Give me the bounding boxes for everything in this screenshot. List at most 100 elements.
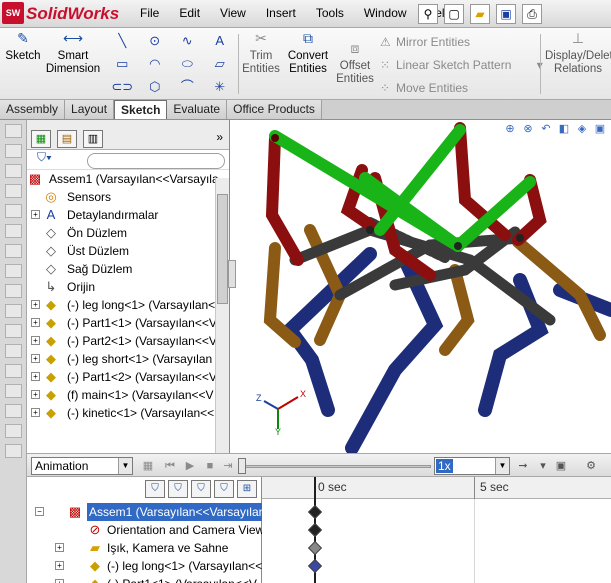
- tree-item[interactable]: + ◆ (-) Part1<2> (Varsayılan<<V: [27, 368, 229, 386]
- keypoint[interactable]: [307, 558, 323, 574]
- tree-item[interactable]: ◎ Sensors: [27, 188, 229, 206]
- filter-driving-icon[interactable]: ⛉: [168, 480, 188, 498]
- calculate-icon[interactable]: ▦: [140, 458, 156, 474]
- pin-icon[interactable]: ⚲: [418, 4, 438, 24]
- menu-tools[interactable]: Tools: [306, 6, 354, 20]
- configuration-manager-tab-icon[interactable]: ▥: [83, 130, 103, 148]
- graphics-area[interactable]: ⊕ ⊗ ↶ ◧ ◈ ▣ X Y Z: [230, 120, 611, 453]
- tool-icon[interactable]: [5, 404, 22, 418]
- playback-slider-thumb[interactable]: [238, 458, 246, 474]
- expand-toggle-icon[interactable]: −: [35, 507, 44, 516]
- panel-splitter-handle[interactable]: [228, 260, 236, 288]
- autofit-icon[interactable]: ⊞: [237, 480, 257, 498]
- tree-scrollbar[interactable]: [215, 178, 229, 453]
- motion-tree-item[interactable]: ⊘ Orientation and Camera Views: [27, 521, 271, 539]
- keypoint[interactable]: [307, 540, 323, 556]
- tool-icon[interactable]: [5, 204, 22, 218]
- expand-toggle-icon[interactable]: +: [31, 318, 40, 327]
- tree-item[interactable]: + ◆ (-) leg short<1> (Varsayılan: [27, 350, 229, 368]
- move-entities-button[interactable]: ⁘ Move Entities: [380, 81, 468, 95]
- tree-item[interactable]: + ◆ (-) kinetic<1> (Varsayılan<<: [27, 404, 229, 422]
- playback-speed-select[interactable]: 1x ▼: [434, 457, 510, 475]
- stop-icon[interactable]: ■: [202, 458, 218, 474]
- filter-animated-icon[interactable]: ⛉: [145, 480, 165, 498]
- offset-entities-button[interactable]: ⧈ Offset Entities: [334, 41, 376, 86]
- plane-sketch-icon[interactable]: ▱: [204, 55, 237, 72]
- expand-toggle-icon[interactable]: +: [55, 543, 64, 552]
- tree-item[interactable]: + A Detaylandırmalar: [27, 206, 229, 224]
- ellipse-icon[interactable]: ⬭: [171, 55, 204, 72]
- tool-icon[interactable]: [5, 444, 22, 458]
- tool-icon[interactable]: [5, 344, 22, 358]
- tool-icon[interactable]: [5, 124, 22, 138]
- expand-toggle-icon[interactable]: +: [31, 408, 40, 417]
- spline-icon[interactable]: ∿: [171, 32, 204, 49]
- keypoint[interactable]: [307, 504, 323, 520]
- arc-icon[interactable]: ◠: [139, 55, 172, 72]
- tool-icon[interactable]: [5, 144, 22, 158]
- tool-icon[interactable]: [5, 284, 22, 298]
- property-manager-tab-icon[interactable]: ▤: [57, 130, 77, 148]
- tab-layout[interactable]: Layout: [65, 100, 115, 119]
- keypoint[interactable]: [307, 522, 323, 538]
- new-document-icon[interactable]: ▢: [444, 4, 464, 24]
- mirror-entities-button[interactable]: ⚠ Mirror Entities: [380, 35, 470, 49]
- tree-root[interactable]: ▩ Assem1 (Varsayılan<<Varsayıla: [27, 170, 229, 188]
- sketch-button[interactable]: ✎ Sketch: [4, 31, 42, 63]
- tab-sketch[interactable]: Sketch: [114, 100, 168, 119]
- feature-manager-tab-icon[interactable]: ▦: [31, 130, 51, 148]
- tool-icon[interactable]: [5, 224, 22, 238]
- filter-icon[interactable]: ⛉▾: [37, 150, 52, 164]
- tool-icon[interactable]: [5, 304, 22, 318]
- play-from-start-icon[interactable]: ⏮: [162, 458, 178, 474]
- menu-view[interactable]: View: [210, 6, 256, 20]
- play-icon[interactable]: ▶: [182, 458, 198, 474]
- expand-toggle-icon[interactable]: +: [55, 579, 64, 583]
- save-animation-icon[interactable]: ▣: [553, 458, 569, 474]
- tool-icon[interactable]: [5, 364, 22, 378]
- expand-toggle-icon[interactable]: +: [31, 372, 40, 381]
- tab-assembly[interactable]: Assembly: [0, 100, 66, 119]
- tool-icon[interactable]: [5, 184, 22, 198]
- tab-evaluate[interactable]: Evaluate: [167, 100, 228, 119]
- circle-icon[interactable]: ⊙: [139, 32, 172, 49]
- motion-tree-item[interactable]: + ◆ (-) leg long<1> (Varsayılan<<V: [27, 557, 270, 575]
- convert-entities-button[interactable]: ⧉ Convert Entities: [284, 31, 332, 76]
- tool-icon[interactable]: [5, 324, 22, 338]
- smart-dimension-button[interactable]: ⟷ Smart Dimension: [44, 31, 102, 76]
- menu-edit[interactable]: Edit: [169, 6, 210, 20]
- tree-item[interactable]: + ◆ (f) main<1> (Varsayılan<<V: [27, 386, 229, 404]
- expand-toggle-icon[interactable]: +: [55, 561, 64, 570]
- menu-window[interactable]: Window: [354, 6, 417, 20]
- motion-study-properties-icon[interactable]: ⚙: [583, 458, 599, 474]
- slot-icon[interactable]: ⊂⊃: [106, 78, 139, 95]
- expand-toggle-icon[interactable]: +: [31, 300, 40, 309]
- tool-icon[interactable]: [5, 244, 22, 258]
- expand-toggle-icon[interactable]: +: [31, 390, 40, 399]
- save-icon[interactable]: ▣: [496, 4, 516, 24]
- scrollbar-thumb[interactable]: [217, 194, 228, 304]
- display-delete-relations-button[interactable]: ⊥ Display/Delet Relations: [545, 32, 611, 76]
- polygon-icon[interactable]: ⬡: [139, 78, 172, 95]
- tree-item[interactable]: ◇ Sağ Düzlem: [27, 260, 229, 278]
- linear-sketch-pattern-button[interactable]: ⁙Linear Sketch Pattern ▾: [380, 58, 543, 72]
- tree-item[interactable]: ↳ Orijin: [27, 278, 229, 296]
- expand-toggle-icon[interactable]: +: [31, 210, 40, 219]
- tab-office-products[interactable]: Office Products: [227, 100, 322, 119]
- tool-icon[interactable]: [5, 164, 22, 178]
- tree-item[interactable]: ◇ Üst Düzlem: [27, 242, 229, 260]
- tree-item[interactable]: + ◆ (-) leg long<1> (Varsayılan<<: [27, 296, 229, 314]
- menu-insert[interactable]: Insert: [256, 6, 306, 20]
- line-icon[interactable]: ╲: [106, 32, 139, 49]
- open-folder-icon[interactable]: ▰: [470, 4, 490, 24]
- motion-tree-item[interactable]: + ▰ Işık, Kamera ve Sahne: [27, 539, 262, 557]
- point-icon[interactable]: ✳: [204, 78, 237, 95]
- solidworks-logo[interactable]: SW: [2, 2, 24, 24]
- trim-entities-button[interactable]: ✂ Trim Entities: [240, 31, 282, 76]
- text-icon[interactable]: A: [204, 32, 237, 49]
- motion-tree-item[interactable]: − ▩ Assem1 (Varsayılan<<Varsayılan: [27, 503, 268, 521]
- autokey-icon[interactable]: ➞: [515, 458, 531, 474]
- playback-mode-icon[interactable]: ⇥: [220, 458, 236, 474]
- expand-toggle-icon[interactable]: +: [31, 354, 40, 363]
- study-type-select[interactable]: Animation ▼: [31, 457, 133, 475]
